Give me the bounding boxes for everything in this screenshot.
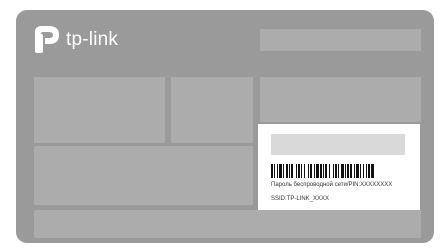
- brand-name: tp-link: [66, 28, 119, 50]
- info-block-4: [34, 146, 253, 205]
- wireless-password-pin-text: Пароль беспроводной сети/PIN:XXXXXXXX: [271, 182, 393, 188]
- info-block-1: [34, 77, 165, 143]
- brand-logo: tp-link: [33, 23, 118, 55]
- ssid-text: SSID:TP-LINK_XXXX: [271, 196, 330, 202]
- info-block-2: [171, 77, 253, 143]
- wireless-info-sticker: Пароль беспроводной сети/PIN:XXXXXXXX SS…: [258, 124, 420, 210]
- tp-link-logo-icon: [33, 24, 61, 54]
- header-field-block: [260, 29, 421, 51]
- sticker-placeholder-block: [271, 134, 405, 155]
- device-label-card: tp-link Пароль беспроводной сети/PIN:XXX…: [16, 10, 434, 243]
- info-block-3: [260, 77, 421, 122]
- info-block-5: [34, 210, 421, 238]
- barcode-icon: [271, 164, 414, 178]
